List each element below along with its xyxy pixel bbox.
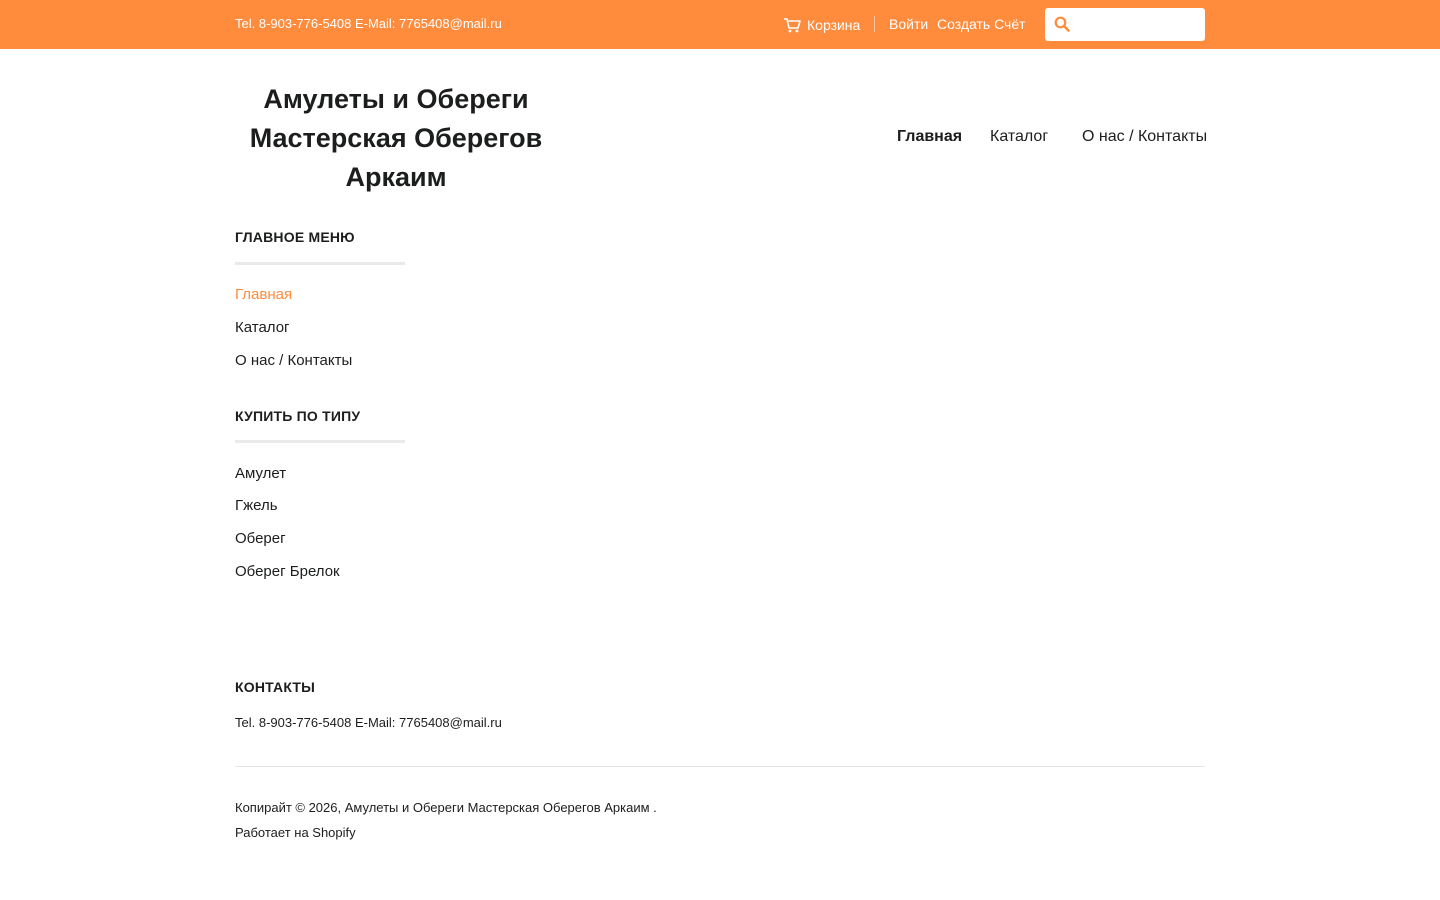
footer-contacts-title: Контакты	[235, 679, 316, 695]
sidebar-item-obereg[interactable]: Оберег	[235, 530, 286, 547]
logo-line-1: Амулеты и Обереги	[263, 84, 529, 114]
sidebar-item-home[interactable]: Главная	[235, 286, 292, 303]
cart-label: Корзина	[807, 17, 861, 33]
search-icon[interactable]	[1054, 16, 1070, 32]
cart-icon	[784, 18, 801, 33]
sidebar-shop-by-type-title: Купить по типу	[235, 408, 361, 424]
sidebar-item-amulet[interactable]: Амулет	[235, 465, 286, 482]
sidebar-item-about-contacts[interactable]: О нас / Контакты	[235, 352, 352, 369]
footer-divider	[235, 766, 1205, 767]
sidebar-item-gzhel[interactable]: Гжель	[235, 497, 278, 514]
sidebar-item-obereg-brelok[interactable]: Оберег Брелок	[235, 563, 340, 580]
sidebar-main-menu-rule	[235, 262, 405, 265]
footer-copyright: Копирайт © 2026, Амулеты и Обереги Масте…	[235, 800, 657, 815]
cart-link[interactable]: Корзина	[783, 14, 860, 36]
nav-about-contacts[interactable]: О нас / Контакты	[1082, 128, 1207, 148]
sidebar-item-catalog[interactable]: Каталог	[235, 319, 290, 336]
top-bar: Tel. 8-903-776-5408 E-Mail: 7765408@mail…	[0, 0, 1440, 49]
logo-line-2: Мастерская Оберегов	[249, 123, 543, 153]
search-box	[1045, 8, 1205, 41]
sidebar-shop-by-type-rule	[235, 440, 405, 443]
site-logo[interactable]: Амулеты и Обереги Мастерская Оберегов Ар…	[235, 80, 557, 197]
nav-catalog[interactable]: Каталог	[990, 128, 1048, 148]
nav-home[interactable]: Главная	[897, 128, 962, 148]
footer-powered-by-link[interactable]: Работает на Shopify	[235, 825, 356, 840]
sidebar-main-menu-title: Главное меню	[235, 229, 355, 245]
search-input[interactable]	[1077, 12, 1199, 37]
login-link[interactable]: Войти	[889, 16, 928, 32]
logo-line-3: Аркаим	[345, 162, 447, 192]
footer-contacts-text: Tel. 8-903-776-5408 E-Mail: 7765408@mail…	[235, 715, 502, 730]
top-bar-divider	[874, 16, 875, 32]
create-account-link[interactable]: Создать Счёт	[937, 16, 1026, 32]
top-bar-contact: Tel. 8-903-776-5408 E-Mail: 7765408@mail…	[235, 16, 502, 31]
